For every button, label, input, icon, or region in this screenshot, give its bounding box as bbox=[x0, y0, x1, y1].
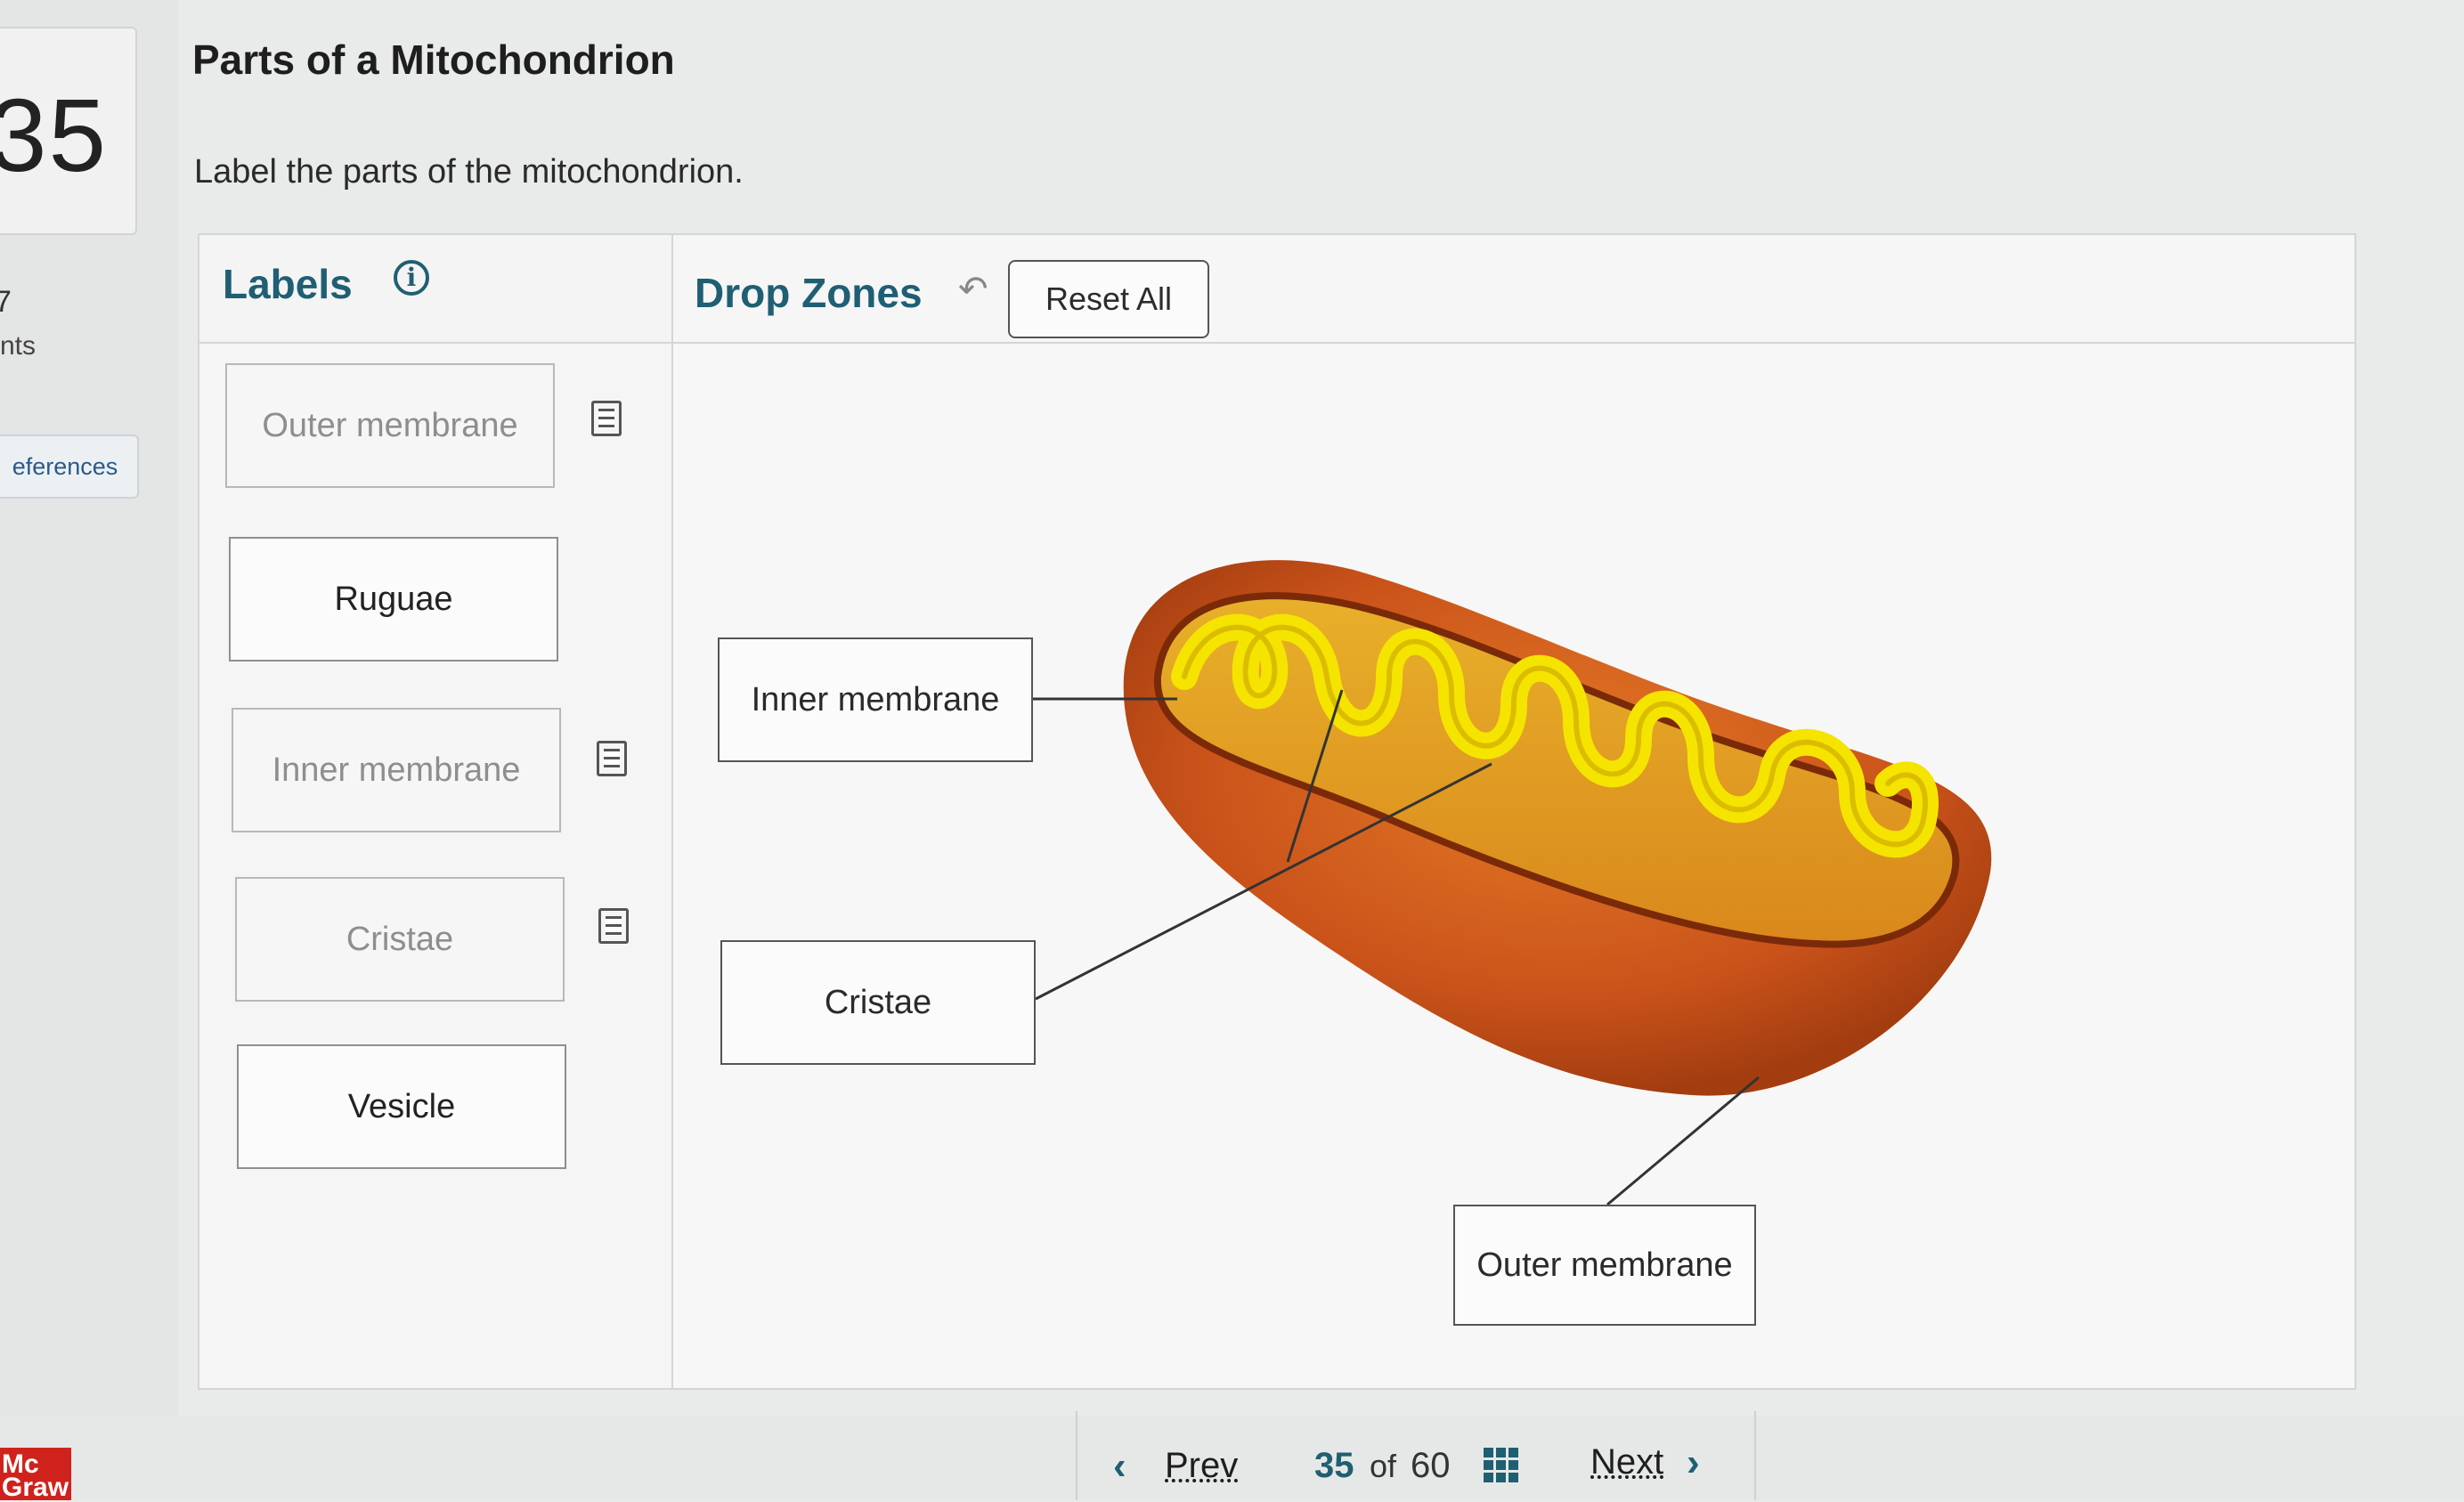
notes-icon[interactable] bbox=[598, 908, 629, 944]
instructions: Label the parts of the mitochondrion. bbox=[194, 153, 744, 191]
mcgraw-logo: Mc Graw bbox=[0, 1448, 71, 1501]
drop-zone-outer-membrane[interactable]: Outer membrane bbox=[1453, 1205, 1756, 1326]
current-page: 35 bbox=[1314, 1446, 1354, 1485]
page-of-text: of bbox=[1370, 1448, 1397, 1484]
notes-icon[interactable] bbox=[597, 741, 627, 776]
total-pages: 60 bbox=[1411, 1446, 1451, 1485]
labels-title: Labels bbox=[223, 261, 353, 307]
points-label: nts bbox=[0, 331, 37, 361]
info-icon[interactable]: i bbox=[394, 260, 429, 296]
drop-zones-header: Drop Zones ↶ Reset All bbox=[673, 235, 2354, 344]
label-chip-ruguae[interactable]: Ruguae bbox=[229, 537, 558, 662]
drop-zone-cristae[interactable]: Cristae bbox=[720, 940, 1036, 1065]
points-value: 7 bbox=[0, 285, 12, 319]
next-button[interactable]: Next bbox=[1590, 1442, 1663, 1482]
notes-icon[interactable] bbox=[591, 401, 622, 436]
label-chip-inner-membrane[interactable]: Inner membrane bbox=[232, 708, 561, 832]
drop-zone-inner-membrane[interactable]: Inner membrane bbox=[718, 637, 1033, 762]
prev-button[interactable]: Prev bbox=[1165, 1446, 1238, 1486]
page-title: Parts of a Mitochondrion bbox=[192, 37, 675, 83]
reset-all-button[interactable]: Reset All bbox=[1008, 260, 1209, 338]
chevron-left-icon[interactable]: ‹ bbox=[1113, 1444, 1126, 1489]
labels-pane bbox=[199, 344, 673, 1388]
references-button[interactable]: eferences bbox=[0, 434, 139, 499]
chevron-right-icon[interactable]: › bbox=[1687, 1441, 1700, 1485]
grid-icon[interactable] bbox=[1484, 1448, 1519, 1483]
drop-zones-title: Drop Zones bbox=[695, 270, 923, 316]
question-number: 35 bbox=[0, 77, 109, 193]
label-chip-outer-membrane[interactable]: Outer membrane bbox=[225, 363, 555, 488]
label-chip-cristae[interactable]: Cristae bbox=[235, 877, 565, 1002]
label-chip-vesicle[interactable]: Vesicle bbox=[237, 1044, 566, 1169]
undo-icon[interactable]: ↶ bbox=[958, 269, 988, 310]
labels-header: Labels i bbox=[199, 235, 673, 344]
